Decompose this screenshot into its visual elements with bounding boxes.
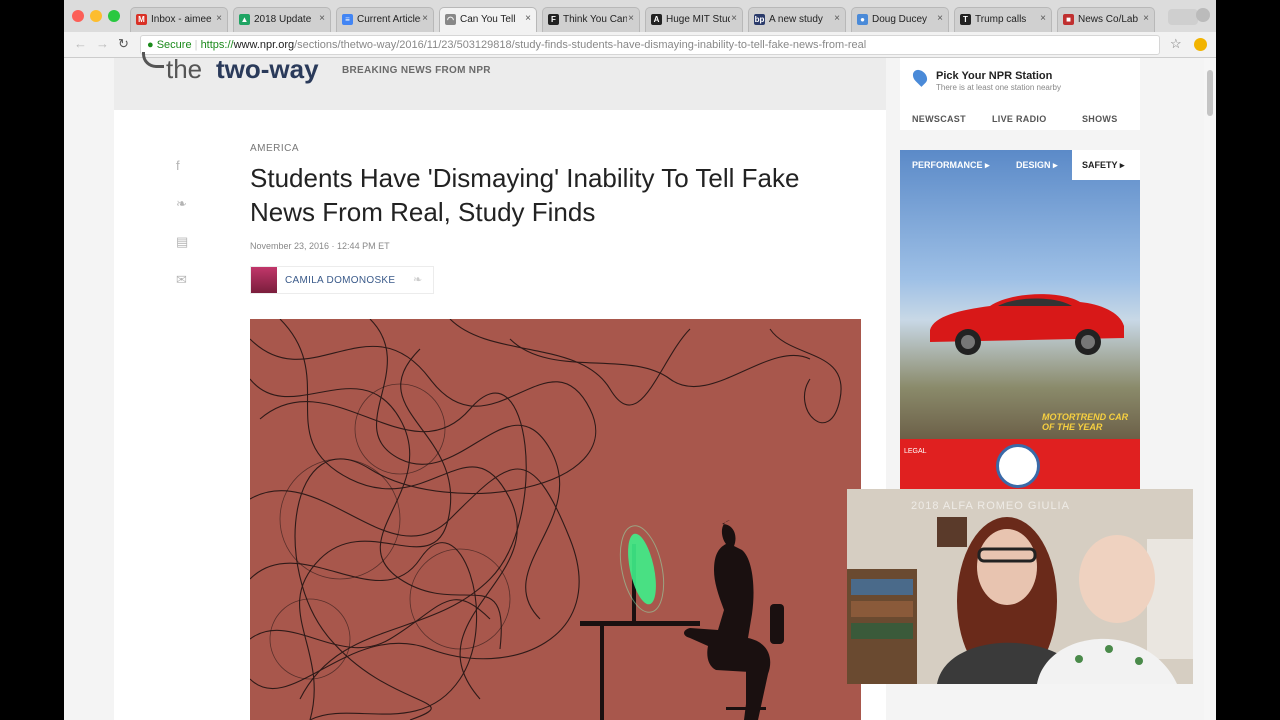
tab-favicon-icon: F bbox=[548, 14, 559, 25]
article: f ❧ ▤ ✉ AMERICA Students Have 'Dismaying… bbox=[114, 110, 886, 720]
browser-tab[interactable]: A Huge MIT Study× bbox=[645, 7, 743, 32]
twitter-share-icon[interactable]: ❧ bbox=[176, 196, 190, 211]
browser-tab[interactable]: M Inbox - aimee × bbox=[130, 7, 228, 32]
tab-close-icon[interactable]: × bbox=[525, 13, 531, 24]
tab-title: A new study bbox=[769, 14, 823, 25]
lock-icon: ● bbox=[147, 39, 154, 51]
facebook-share-icon[interactable]: f bbox=[176, 158, 190, 173]
tab-close-icon[interactable]: × bbox=[319, 13, 325, 24]
tab-title: Current Articles bbox=[357, 14, 421, 25]
tab-title: News Co/Lab bbox=[1078, 14, 1139, 25]
tab-title: Trump calls bbox=[975, 14, 1027, 25]
brand-tagline: BREAKING NEWS FROM NPR bbox=[342, 65, 491, 76]
tab-title: Can You Tell bbox=[460, 14, 516, 25]
tab-close-icon[interactable]: × bbox=[422, 13, 428, 24]
masthead: the two-way BREAKING NEWS FROM NPR bbox=[114, 52, 886, 110]
tab-favicon-icon: M bbox=[136, 14, 147, 25]
browser-tab[interactable]: F Think You Can × bbox=[542, 7, 640, 32]
ad-tab-design[interactable]: DESIGN ▸ bbox=[1016, 160, 1058, 171]
station-picker[interactable]: Pick Your NPR Station There is at least … bbox=[900, 58, 1140, 130]
radio-wave-icon bbox=[142, 52, 164, 68]
flipboard-share-icon[interactable]: ▤ bbox=[176, 234, 190, 249]
tab-close-icon[interactable]: × bbox=[937, 13, 943, 24]
tab-favicon-icon: A bbox=[651, 14, 662, 25]
browser-tab[interactable]: ● Doug Ducey × bbox=[851, 7, 949, 32]
reload-icon[interactable]: ↻ bbox=[118, 36, 129, 52]
webcam-video-feed bbox=[847, 489, 1193, 684]
author-name[interactable]: CAMILA DOMONOSKE bbox=[285, 275, 395, 286]
article-section[interactable]: AMERICA bbox=[250, 143, 299, 154]
station-subtitle: There is at least one station nearby bbox=[936, 83, 1061, 92]
tab-close-icon[interactable]: × bbox=[731, 13, 737, 24]
maximize-window-icon[interactable] bbox=[108, 10, 120, 22]
close-window-icon[interactable] bbox=[72, 10, 84, 22]
tab-close-icon[interactable]: × bbox=[1143, 13, 1149, 24]
tab-title: Huge MIT Study bbox=[666, 14, 730, 25]
nav-live-radio[interactable]: LIVE RADIO bbox=[992, 114, 1047, 124]
page-scrollbar[interactable] bbox=[1204, 58, 1216, 720]
location-pin-icon bbox=[910, 67, 930, 87]
extension-icon[interactable] bbox=[1194, 38, 1207, 51]
tab-close-icon[interactable]: × bbox=[1040, 13, 1046, 24]
forward-icon[interactable]: → bbox=[96, 36, 109, 51]
tab-title: Think You Can bbox=[563, 14, 627, 25]
email-share-icon[interactable]: ✉ bbox=[176, 272, 190, 287]
sidebar-ad[interactable]: PERFORMANCE ▸ DESIGN ▸ SAFETY ▸ MOTORTRE… bbox=[900, 150, 1140, 490]
browser-window: M Inbox - aimee × ▲ 2018 Update × ≡ Current Art… bbox=[64, 0, 1216, 720]
browser-tab[interactable]: ≡ Current Articles × bbox=[336, 7, 434, 32]
tab-strip: M Inbox - aimee × ▲ 2018 Update × ≡ Current Art… bbox=[64, 0, 1216, 32]
author-avatar[interactable] bbox=[251, 267, 277, 293]
brand-the[interactable]: the bbox=[166, 54, 202, 85]
nav-shows[interactable]: SHOWS bbox=[1082, 114, 1118, 124]
tab-title: 2018 Update bbox=[254, 14, 312, 25]
back-icon[interactable]: ← bbox=[74, 36, 87, 51]
ad-tabs: PERFORMANCE ▸ DESIGN ▸ SAFETY ▸ bbox=[900, 150, 1140, 180]
tab-favicon-icon: ◠ bbox=[445, 14, 456, 25]
browser-tab[interactable]: ◠ Can You Tell × bbox=[439, 7, 537, 32]
nav-newscast[interactable]: NEWSCAST bbox=[912, 114, 966, 124]
byline: CAMILA DOMONOSKE ❧ bbox=[250, 266, 434, 294]
webcam-overlay-text: 2018 ALFA ROMEO GIULIA bbox=[911, 500, 1070, 512]
tab-title: Doug Ducey bbox=[872, 14, 928, 25]
url-host: www.npr.org bbox=[233, 39, 295, 51]
ad-award-badge: MOTORTREND CAR OF THE YEAR bbox=[1042, 412, 1129, 432]
tab-favicon-icon: ● bbox=[857, 14, 868, 25]
ad-tab-performance[interactable]: PERFORMANCE ▸ bbox=[912, 160, 990, 171]
tab-favicon-icon: ≡ bbox=[342, 14, 353, 25]
tab-favicon-icon: ▲ bbox=[239, 14, 250, 25]
bookmark-star-icon[interactable]: ☆ bbox=[1170, 36, 1182, 52]
new-tab-button[interactable] bbox=[1168, 9, 1198, 25]
ad-tab-safety[interactable]: SAFETY ▸ bbox=[1082, 160, 1124, 171]
url-bar[interactable]: ● Secure | https://www.npr.org/sections/… bbox=[140, 35, 1160, 55]
scrollbar-thumb[interactable] bbox=[1207, 70, 1213, 116]
alfa-romeo-logo bbox=[996, 444, 1040, 488]
article-headline: Students Have 'Dismaying' Inability To T… bbox=[250, 163, 800, 227]
browser-tab[interactable]: T Trump calls × bbox=[954, 7, 1052, 32]
red-car-image bbox=[930, 294, 1124, 355]
browser-tab[interactable]: ▲ 2018 Update × bbox=[233, 7, 331, 32]
station-title[interactable]: Pick Your NPR Station bbox=[936, 70, 1052, 82]
article-hero-image bbox=[250, 319, 861, 720]
tangled-lines-illustration bbox=[250, 319, 861, 720]
brand-two-way[interactable]: two-way bbox=[216, 54, 319, 85]
secure-label: Secure bbox=[156, 39, 192, 51]
url-path: /sections/thetwo-way/2016/11/23/50312981… bbox=[294, 39, 867, 51]
browser-tab[interactable]: bp A new study × bbox=[748, 7, 846, 32]
browser-tab[interactable]: ■ News Co/Lab × bbox=[1057, 7, 1155, 32]
ad-legal-link[interactable]: LEGAL bbox=[904, 448, 927, 455]
tab-close-icon[interactable]: × bbox=[216, 13, 222, 24]
profile-icon[interactable] bbox=[1196, 8, 1210, 22]
tab-favicon-icon: ■ bbox=[1063, 14, 1074, 25]
url-scheme: https:// bbox=[200, 39, 234, 51]
tab-close-icon[interactable]: × bbox=[834, 13, 840, 24]
tab-favicon-icon: bp bbox=[754, 14, 765, 25]
tab-close-icon[interactable]: × bbox=[628, 13, 634, 24]
webcam-overlay: 2018 ALFA ROMEO GIULIA bbox=[847, 489, 1193, 684]
minimize-window-icon[interactable] bbox=[90, 10, 102, 22]
author-twitter-icon[interactable]: ❧ bbox=[413, 273, 422, 286]
tab-title: Inbox - aimee bbox=[151, 14, 212, 25]
article-date: November 23, 2016 · 12:44 PM ET bbox=[250, 241, 390, 251]
tab-favicon-icon: T bbox=[960, 14, 971, 25]
